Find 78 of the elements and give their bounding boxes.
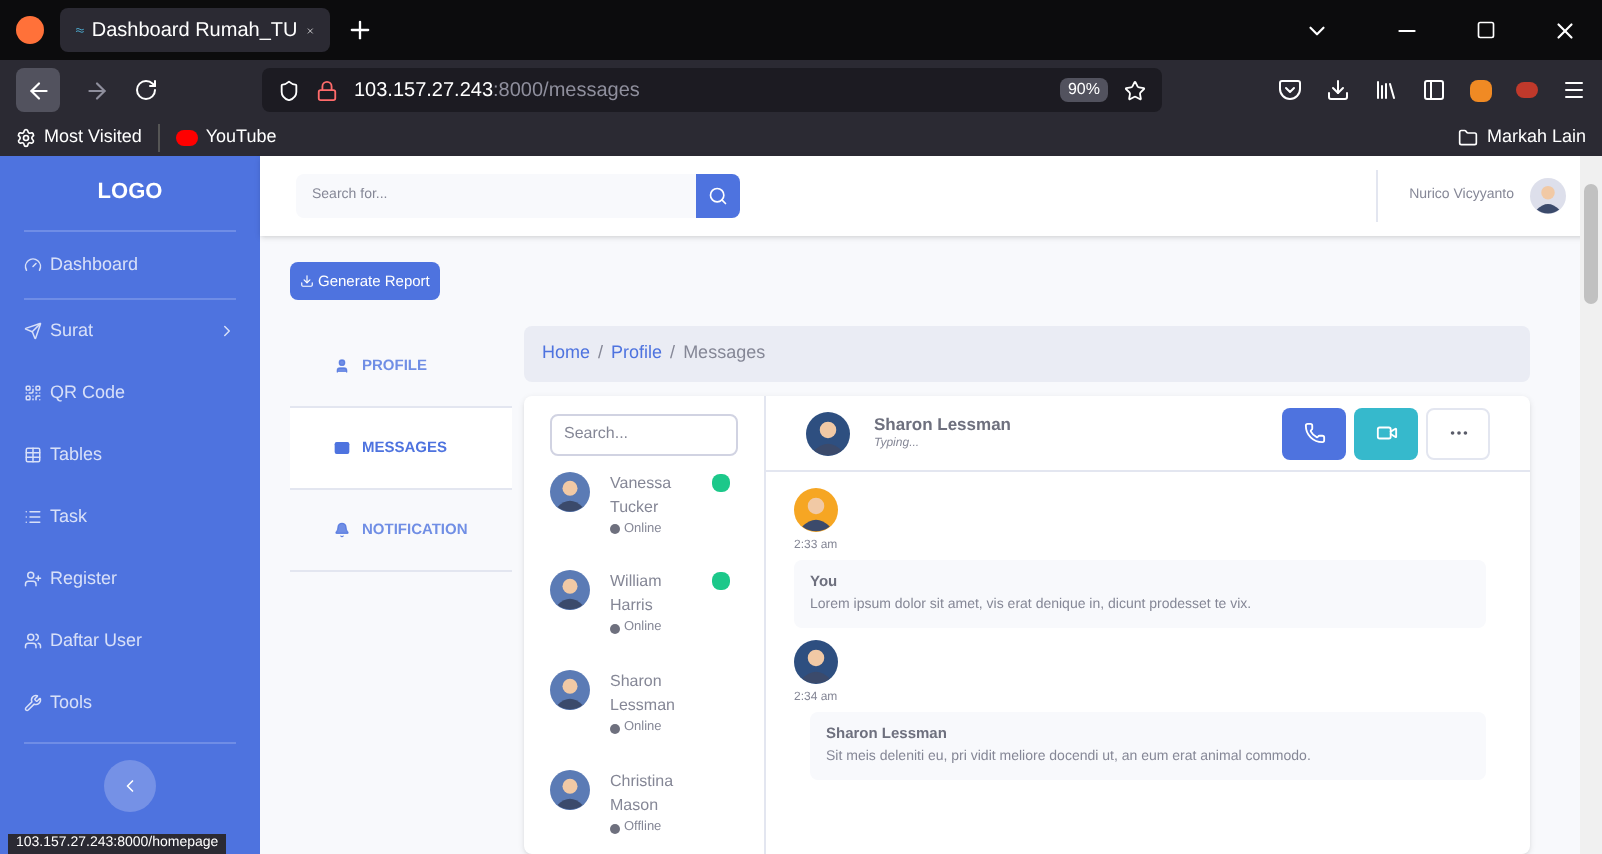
- contact-name: Christina Mason: [610, 770, 676, 819]
- qr-code-icon: [24, 384, 42, 402]
- browser-logo-icon[interactable]: [16, 16, 44, 44]
- sidebar-toggle-button[interactable]: [104, 760, 156, 812]
- tab-favicon-icon: [76, 24, 84, 36]
- message-avatar: [794, 639, 838, 684]
- zoom-badge[interactable]: 90%: [1059, 78, 1108, 102]
- chevron-icon: [218, 322, 236, 340]
- search-icon: [708, 186, 728, 206]
- scrollbar[interactable]: [1580, 156, 1602, 854]
- wrench-icon: [24, 694, 42, 712]
- contact-avatar: [550, 471, 590, 511]
- contact-name: William Harris: [610, 570, 664, 619]
- user-plus-icon: [24, 570, 42, 588]
- download-icon: [300, 274, 314, 288]
- sidebar-item[interactable]: QR Code: [24, 362, 236, 424]
- breadcrumb-separator: /: [670, 340, 676, 367]
- mail-icon: [334, 440, 350, 456]
- user-avatar: [1530, 178, 1566, 214]
- bookmark-item[interactable]: YouTube: [175, 124, 293, 152]
- contact-avatar: [550, 770, 590, 811]
- url-text: 103.157.27.243:8000/messages: [354, 77, 642, 105]
- folder-icon: [1458, 128, 1479, 148]
- back-button[interactable]: [16, 68, 60, 112]
- list-icon: [24, 508, 42, 526]
- reload-icon[interactable]: [134, 78, 158, 102]
- pocket-icon[interactable]: [1278, 78, 1302, 102]
- send-icon: [24, 322, 42, 340]
- sidebar-item[interactable]: Tools: [24, 672, 236, 734]
- sidebar-item[interactable]: Surat: [24, 300, 236, 362]
- breadcrumb-link[interactable]: Profile: [611, 340, 663, 368]
- contact-name: Sharon Lessman: [610, 670, 677, 719]
- chat-avatar: [806, 411, 850, 455]
- contact-search-field[interactable]: Search...: [550, 414, 738, 455]
- back-arrow-icon: [25, 77, 51, 103]
- table-icon: [24, 446, 42, 464]
- sidebar-item[interactable]: Task: [24, 486, 236, 548]
- breadcrumb-separator: /: [598, 340, 604, 367]
- lock-icon: [316, 79, 338, 101]
- sidebar-icon[interactable]: [1422, 78, 1446, 102]
- contact-name: Vanessa Tucker: [610, 471, 674, 519]
- gear-icon: [16, 128, 36, 148]
- menu-icon[interactable]: [1562, 78, 1586, 102]
- bookmark-folder[interactable]: Markah Lain: [1458, 124, 1586, 152]
- sidebar-item[interactable]: Dashboard: [24, 232, 236, 298]
- browser-tab[interactable]: Dashboard Rumah_TU: [60, 8, 330, 52]
- breadcrumb-link[interactable]: Home: [542, 340, 591, 368]
- breadcrumb-current: Messages: [683, 340, 766, 367]
- tab-title: Dashboard Rumah_TU: [91, 17, 298, 45]
- phone-icon: [1303, 422, 1325, 444]
- bell-icon: [334, 522, 350, 538]
- video-camera-icon: [1375, 422, 1397, 444]
- address-bar[interactable]: 103.157.27.243:8000/messages 90%: [262, 68, 1162, 112]
- new-tab-icon[interactable]: [346, 16, 374, 44]
- video-logo-icon: [175, 130, 198, 146]
- sidebar-item[interactable]: Register: [24, 548, 236, 610]
- sidebar-logo: LOGO: [24, 156, 236, 232]
- chat-contact-name: Sharon Lessman: [874, 411, 1013, 437]
- forward-icon[interactable]: [84, 77, 110, 103]
- shield-icon: [278, 79, 300, 101]
- gauge-icon: [24, 256, 42, 274]
- close-window-icon[interactable]: [1552, 17, 1578, 43]
- sidebar-item[interactable]: Daftar User: [24, 610, 236, 672]
- download-icon[interactable]: [1326, 78, 1350, 102]
- sidebar-item[interactable]: Tables: [24, 424, 236, 486]
- extension-icon[interactable]: [1470, 79, 1492, 101]
- call-button[interactable]: [1282, 407, 1346, 459]
- restore-icon[interactable]: [1476, 20, 1496, 40]
- message-avatar: [794, 488, 838, 532]
- bookmark-star-icon[interactable]: [1124, 79, 1146, 101]
- library-icon[interactable]: [1374, 78, 1398, 102]
- user-icon: [334, 358, 350, 374]
- contact-avatar: [550, 670, 590, 711]
- extension-icon[interactable]: [1516, 82, 1538, 98]
- bookmark-item[interactable]: Most Visited: [16, 124, 160, 152]
- search-button[interactable]: [696, 174, 740, 218]
- contact-avatar: [550, 570, 590, 611]
- users-icon: [24, 632, 42, 650]
